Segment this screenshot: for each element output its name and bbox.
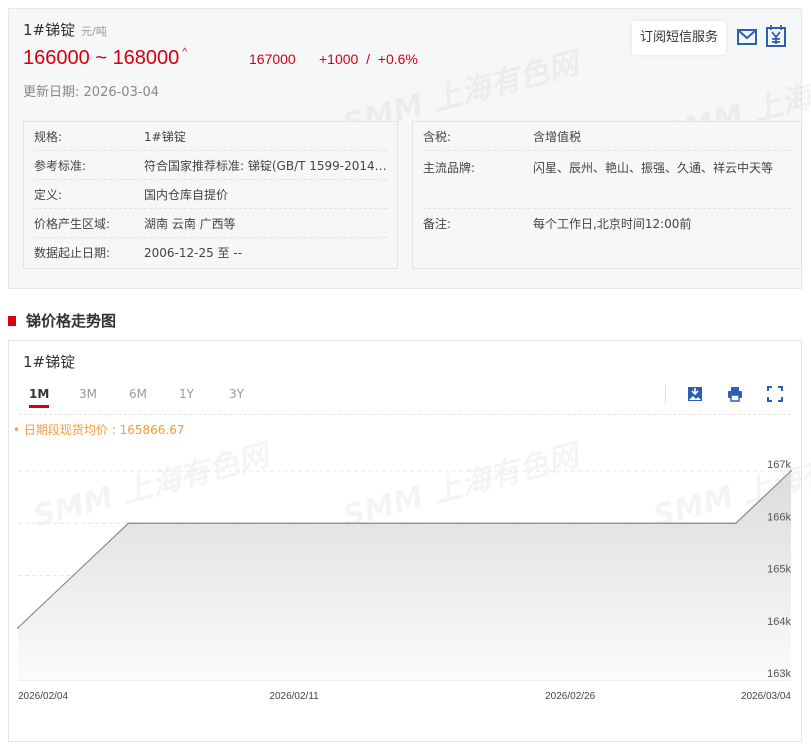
data-point[interactable] [17, 626, 19, 629]
y-tick-label: 164k [767, 616, 791, 628]
x-tick-label: 2026/02/11 [269, 691, 319, 702]
x-tick-label: 2026/03/04 [741, 691, 791, 702]
y-tick-label: 163k [767, 668, 791, 680]
data-point[interactable] [513, 522, 516, 525]
data-point[interactable] [458, 522, 461, 525]
y-tick-label: 167k [767, 459, 791, 471]
data-point[interactable] [569, 522, 572, 525]
data-point[interactable] [182, 522, 185, 525]
price-trend-chart: 167k 166k 165k 164k 163k 2026/02/04 2026/02/11… [17, 459, 792, 702]
data-point[interactable] [679, 522, 682, 525]
area-fill [18, 471, 791, 680]
data-point[interactable] [403, 522, 406, 525]
data-point[interactable] [293, 522, 296, 525]
data-point[interactable] [624, 522, 627, 525]
y-tick-label: 166k [767, 511, 791, 523]
data-point[interactable] [237, 522, 240, 525]
x-tick-label: 2026/02/26 [545, 691, 595, 702]
data-point[interactable] [348, 522, 351, 525]
data-point[interactable] [734, 522, 737, 525]
x-tick-label: 2026/02/04 [18, 691, 68, 702]
data-point[interactable] [72, 574, 75, 577]
data-point[interactable] [127, 522, 130, 525]
y-tick-label: 165k [767, 564, 791, 576]
